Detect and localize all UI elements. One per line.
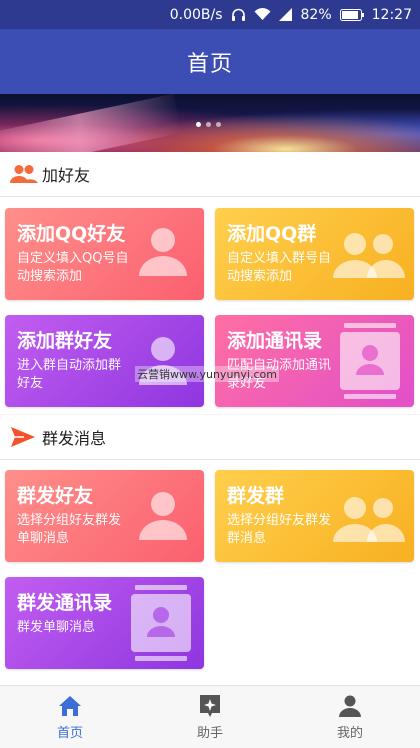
send-icon xyxy=(10,426,38,448)
nav-label: 助手 xyxy=(196,725,223,741)
page-title: 首页 xyxy=(186,51,233,77)
nav-label: 我的 xyxy=(336,725,363,741)
battery-percent: 82% xyxy=(300,6,332,23)
home-icon xyxy=(58,694,82,718)
card-subtitle: 进入群自动添加群好友 xyxy=(17,358,122,391)
section-title: 群发消息 xyxy=(42,429,107,448)
network-speed: 0.00B/s xyxy=(169,6,223,23)
contact-card-icon xyxy=(340,323,400,405)
clock: 12:27 xyxy=(371,6,412,23)
battery-icon xyxy=(339,8,364,21)
nav-tab-profile[interactable]: 我的 xyxy=(280,686,420,748)
carousel-dot[interactable] xyxy=(216,122,221,127)
card-subtitle: 群发单聊消息 xyxy=(17,620,96,635)
add-qq-group-card[interactable]: 添加QQ群 自定义填入群号自动搜索添加 xyxy=(215,208,414,300)
people-icon xyxy=(10,163,38,185)
add-contacts-card[interactable]: 添加通讯录 匹配自动添加通讯录好友 xyxy=(215,315,414,407)
card-subtitle: 选择分组好友群发群消息 xyxy=(227,513,332,546)
watermark: 云营销www.yunyunyi.com xyxy=(135,366,279,382)
person-icon xyxy=(135,335,191,391)
card-subtitle: 选择分组好友群发单聊消息 xyxy=(17,513,122,546)
carousel-indicator xyxy=(196,122,221,127)
add-qq-friend-card[interactable]: 添加QQ好友 自定义填入QQ号自动搜索添加 xyxy=(5,208,204,300)
carousel-dot[interactable] xyxy=(196,122,201,127)
person-icon xyxy=(135,226,191,282)
bottom-navigation: 首页 助手 我的 xyxy=(0,685,420,748)
nav-tab-assistant[interactable]: 助手 xyxy=(140,686,280,748)
app-bar: 首页 xyxy=(0,29,420,94)
card-subtitle: 自定义填入QQ号自动搜索添加 xyxy=(17,251,129,284)
nav-label: 首页 xyxy=(56,725,83,741)
person-icon xyxy=(135,490,191,546)
broadcast-friends-card[interactable]: 群发好友 选择分组好友群发单聊消息 xyxy=(5,470,204,562)
card-subtitle: 自定义填入群号自动搜索添加 xyxy=(227,251,332,284)
headphones-icon xyxy=(231,8,246,22)
signal-icon xyxy=(278,8,293,21)
broadcast-contacts-card[interactable]: 群发通讯录 群发单聊消息 xyxy=(5,577,204,669)
profile-icon xyxy=(339,694,361,718)
group-icon xyxy=(333,230,405,284)
banner-light-streak xyxy=(0,94,182,152)
status-bar: 0.00B/s 82% 12:27 xyxy=(0,0,420,29)
group-icon xyxy=(333,494,405,548)
broadcast-groups-card[interactable]: 群发群 选择分组好友群发群消息 xyxy=(215,470,414,562)
section-header-add-friends: 加好友 xyxy=(0,152,420,197)
section-title: 加好友 xyxy=(42,166,91,185)
contact-card-icon xyxy=(131,585,191,667)
section-header-broadcast: 群发消息 xyxy=(0,415,420,460)
carousel-dot[interactable] xyxy=(206,122,211,127)
nav-tab-home[interactable]: 首页 xyxy=(0,686,140,748)
wifi-icon xyxy=(254,8,271,21)
assistant-icon xyxy=(199,694,221,718)
add-group-member-card[interactable]: 添加群好友 进入群自动添加群好友 xyxy=(5,315,204,407)
